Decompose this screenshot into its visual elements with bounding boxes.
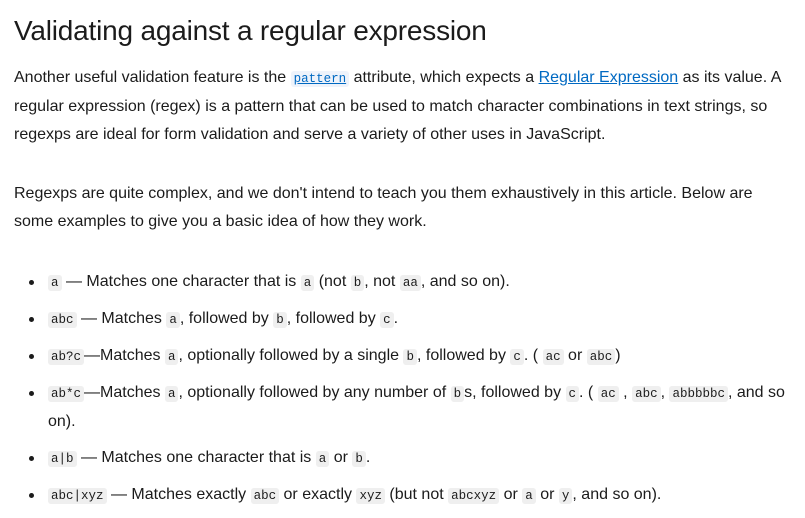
inline-code: a (164, 349, 179, 365)
section-heading: Validating against a regular expression (14, 15, 487, 46)
text: , and so on). (420, 273, 510, 290)
text: , not (364, 273, 400, 290)
text: , followed by (179, 310, 274, 327)
inline-code: a (315, 451, 330, 467)
text: —Matches (84, 384, 165, 401)
list-item: ab*c —Matches a, optionally followed by a… (0, 379, 790, 436)
text: — Matches (76, 310, 167, 327)
text: — Matches one character that is (76, 449, 316, 466)
regex-code: abc|xyz (48, 488, 107, 504)
inline-code: c (510, 349, 524, 365)
text: attribute, which expects a (349, 69, 539, 86)
inline-code: b (450, 386, 465, 402)
text: ) (615, 347, 621, 364)
text: or (563, 347, 587, 364)
regex-code: a|b (48, 451, 77, 467)
inline-code: ac (542, 349, 564, 365)
text: , followed by (417, 347, 511, 364)
text: or (535, 486, 559, 503)
inline-code: abc (250, 488, 280, 504)
inline-code: a (522, 488, 536, 504)
inline-code: c (380, 312, 394, 328)
text: . (393, 310, 399, 327)
regexp-complexity-paragraph: Regexps are quite complex, and we don't … (14, 185, 753, 230)
inline-code: a (166, 312, 180, 328)
text: , and so on). (572, 486, 662, 503)
text: (but not (384, 486, 449, 503)
inline-code: a (300, 275, 315, 291)
intro-paragraph: Another useful validation feature is the… (14, 64, 794, 149)
regex-code: a (48, 275, 62, 291)
inline-code: a (164, 386, 179, 402)
pattern-code: pattern (290, 71, 350, 87)
inline-code: ac (597, 386, 619, 402)
text: s, followed by (464, 384, 566, 401)
inline-code: y (558, 488, 573, 504)
list-item: a|b — Matches one character that is a or… (0, 444, 790, 473)
inline-code: aa (399, 275, 421, 291)
text: — Matches one character that is (61, 273, 301, 290)
text: or (329, 449, 353, 466)
text: . ( (523, 347, 543, 364)
inline-code: abbbbbc (669, 386, 728, 402)
inline-code: b (350, 275, 365, 291)
text: , optionally followed by a single (178, 347, 404, 364)
text: , followed by (286, 310, 381, 327)
regex-code: ab?c (48, 349, 85, 365)
text: . (365, 449, 371, 466)
text: —Matches (84, 347, 165, 364)
inline-code: b (352, 451, 366, 467)
text: . ( (579, 384, 598, 401)
inline-code: abc (586, 349, 616, 365)
regex-examples-list: a — Matches one character that is a (not… (0, 268, 790, 518)
text: , (618, 384, 633, 401)
text: or (499, 486, 523, 503)
inline-code: b (403, 349, 417, 365)
inline-code: c (565, 386, 580, 402)
inline-code: abcxyz (448, 488, 500, 504)
inline-code: abc (632, 386, 661, 402)
list-item: abc|xyz — Matches exactly abc or exactly… (0, 481, 790, 510)
regular-expression-link[interactable]: Regular Expression (539, 69, 679, 86)
text: or exactly (279, 486, 357, 503)
list-item: ab?c —Matches a, optionally followed by a… (0, 342, 790, 371)
text: Another useful validation feature is the (14, 69, 291, 86)
text: , optionally followed by any number of (178, 384, 451, 401)
inline-code: b (273, 312, 287, 328)
text: — Matches exactly (106, 486, 251, 503)
list-item: abc — Matches a, followed by b, followed… (0, 305, 790, 334)
text: (not (314, 273, 351, 290)
pattern-attribute-link[interactable]: pattern (290, 69, 350, 87)
article-section: Validating against a regular expression … (0, 0, 805, 518)
regex-code: ab*c (48, 386, 85, 402)
regex-code: abc (48, 312, 77, 328)
list-item: a — Matches one character that is a (not… (0, 268, 790, 297)
inline-code: xyz (356, 488, 385, 504)
